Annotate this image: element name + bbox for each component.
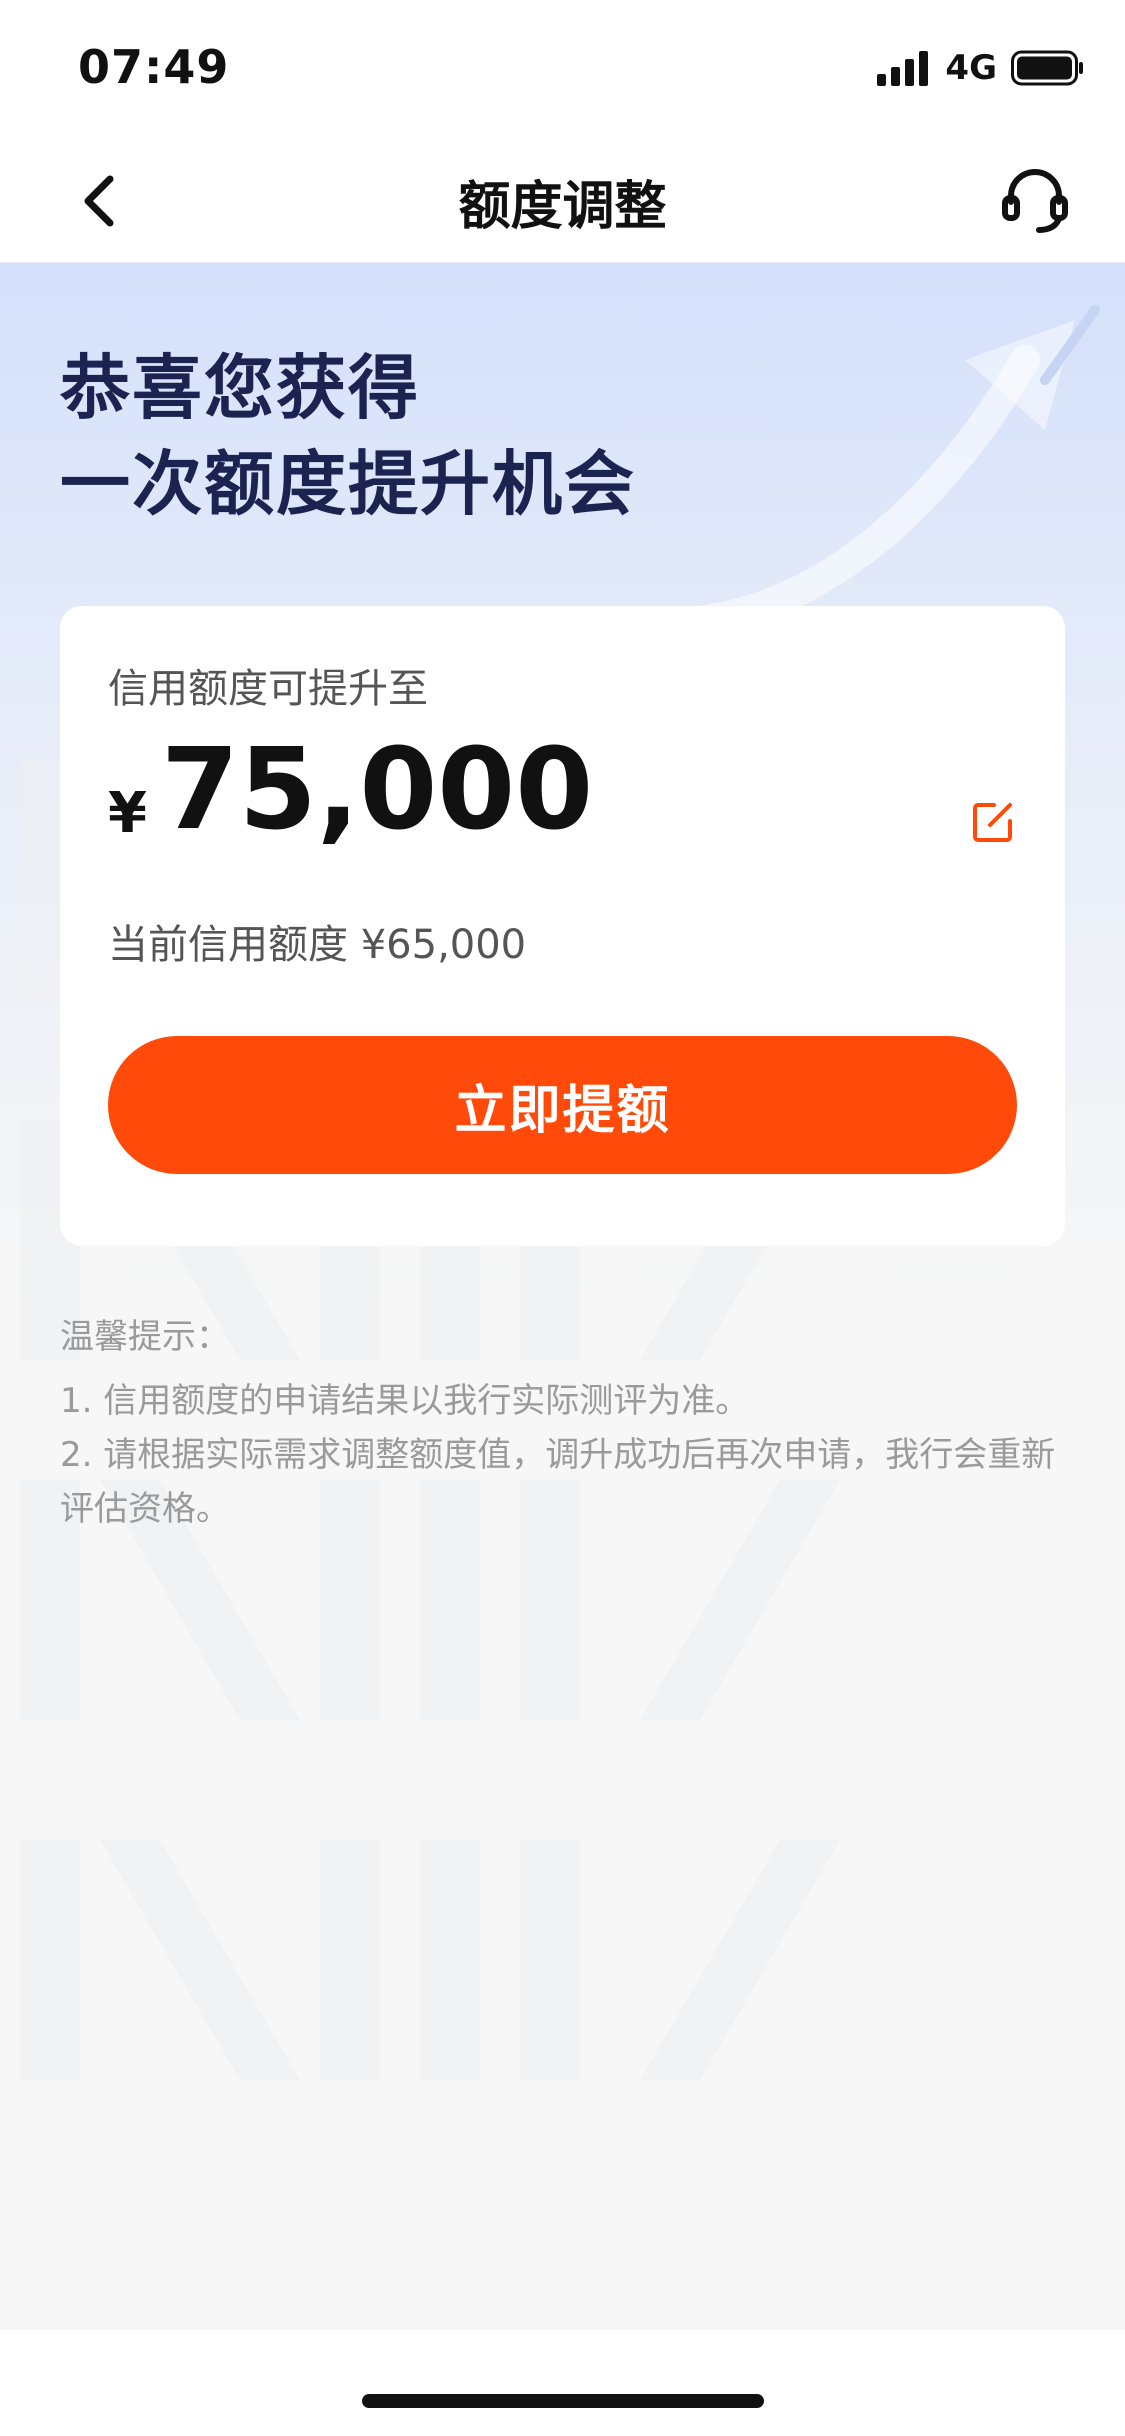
tips-item-2: 2. 请根据实际需求调整额度值，调升成功后再次申请，我行会重新评估资格。 — [60, 1435, 1056, 1529]
edit-icon — [973, 803, 1012, 842]
tips-item-1: 1. 信用额度的申请结果以我行实际测评为准。 — [60, 1381, 750, 1421]
page-title: 额度调整 — [458, 177, 667, 237]
hero-line-2: 一次额度提升机会 — [60, 443, 636, 525]
status-time: 07:49 — [78, 40, 230, 94]
tips-title: 温馨提示： — [60, 1317, 230, 1357]
amount-row: ¥ 75,000 — [108, 734, 593, 846]
network-type: 4G — [945, 48, 997, 88]
limit-card: 信用额度可提升至 ¥ 75,000 当前信用额度 ¥65,000 立即提额 — [60, 606, 1065, 1246]
home-indicator[interactable] — [362, 2394, 764, 2408]
nav-bar: 额度调整 — [0, 140, 1125, 263]
current-limit: 当前信用额度 ¥65,000 — [108, 912, 526, 970]
customer-service-button[interactable] — [995, 160, 1075, 240]
hero-title: 恭喜您获得 一次额度提升机会 — [60, 340, 960, 532]
battery-icon — [1011, 50, 1083, 86]
edit-amount-button[interactable] — [965, 794, 1021, 850]
target-amount: 75,000 — [160, 725, 594, 855]
status-bar: 07:49 4G — [0, 0, 1125, 140]
increase-limit-button[interactable]: 立即提额 — [108, 1036, 1017, 1174]
currency-symbol: ¥ — [108, 781, 147, 846]
tips-section: 温馨提示： 1. 信用额度的申请结果以我行实际测评为准。 2. 请根据实际需求调… — [60, 1310, 1065, 1536]
status-indicators: 4G — [875, 48, 1085, 88]
current-limit-label: 当前信用额度 — [108, 922, 348, 968]
headset-icon — [1002, 169, 1068, 233]
signal-icon — [877, 51, 929, 86]
hero-line-1: 恭喜您获得 — [60, 347, 420, 429]
current-limit-value: ¥65,000 — [360, 922, 527, 968]
limit-card-label: 信用额度可提升至 — [108, 666, 428, 712]
bottom-safe-area — [0, 2330, 1125, 2436]
